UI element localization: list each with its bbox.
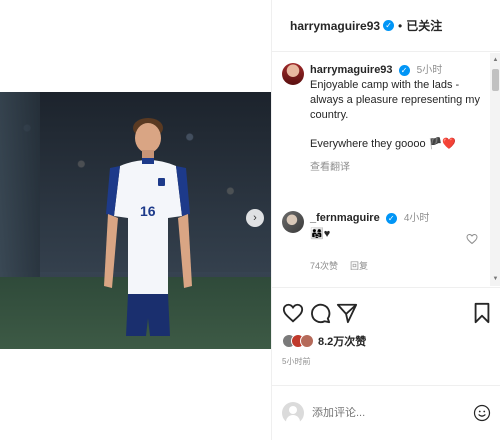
see-translation-link[interactable]: 查看翻译 [310, 158, 482, 173]
liker-avatar [300, 334, 314, 348]
action-bar [272, 287, 500, 339]
comment-icon[interactable] [309, 302, 331, 324]
likers-row[interactable]: 8.2万次赞 [282, 333, 366, 349]
avatar[interactable] [282, 63, 304, 85]
posted-time: 5小时前 [282, 357, 311, 366]
header-username[interactable]: harrymaguire93 [290, 19, 380, 33]
caption-username[interactable]: harrymaguire93 [310, 64, 393, 76]
header-separator: • [398, 18, 403, 33]
comment-username[interactable]: _fernmaguire [310, 212, 380, 224]
player-figure: 16 [104, 118, 192, 336]
comment-time: 4小时 [403, 213, 430, 224]
smile-icon[interactable] [473, 404, 491, 422]
comment-input[interactable] [312, 407, 462, 419]
scroll-up-arrow-icon[interactable]: ▲ [492, 56, 499, 64]
comments-area: harrymaguire93 ✓ 5小时 Enjoyable camp with… [272, 53, 490, 286]
jersey-number: 16 [140, 203, 156, 219]
scrollbar[interactable]: ▲ ▼ [490, 53, 500, 286]
following-button[interactable]: 已关注 [406, 17, 442, 34]
bookmark-icon[interactable] [471, 302, 493, 324]
post-header: harrymaguire93 ✓ • 已关注 [272, 0, 500, 52]
post-panel: harrymaguire93 ✓ • 已关注 harrymaguire93 ✓ … [271, 0, 500, 440]
comment-likes[interactable]: 74次赞 [310, 259, 338, 272]
caption: harrymaguire93 ✓ 5小时 Enjoyable camp with… [282, 63, 482, 173]
heart-icon[interactable] [466, 233, 478, 245]
verified-icon: ✓ [398, 65, 410, 76]
share-icon[interactable] [336, 302, 358, 324]
comment-text: 👨‍👩‍👧♥ [310, 228, 331, 240]
comment-meta: 74次赞 回复 [310, 259, 368, 272]
post-photo[interactable]: 16 [0, 92, 271, 349]
caption-line: always a pleasure representing my [310, 94, 480, 106]
add-comment-bar [272, 385, 500, 440]
verified-icon: ✓ [383, 20, 395, 31]
reply-button[interactable]: 回复 [350, 259, 368, 272]
verified-icon: ✓ [385, 213, 397, 224]
scroll-thumb[interactable] [492, 69, 499, 91]
comment-item: _fernmaguire ✓ 4小时 👨‍👩‍👧♥ 74次赞 回复 [282, 211, 482, 271]
next-arrow-icon[interactable]: › [246, 209, 264, 227]
caption-line: Enjoyable camp with the lads - [310, 79, 460, 91]
caption-time: 5小时 [416, 65, 443, 76]
likes-count[interactable]: 8.2万次赞 [318, 333, 366, 349]
avatar [282, 402, 304, 424]
caption-line: Everywhere they goooo 🏴❤️ [310, 138, 457, 150]
avatar[interactable] [282, 211, 304, 233]
scroll-down-arrow-icon[interactable]: ▼ [492, 275, 499, 283]
media-pane: 16 › [0, 0, 271, 440]
heart-icon[interactable] [282, 302, 304, 324]
caption-line: country. [310, 109, 349, 121]
